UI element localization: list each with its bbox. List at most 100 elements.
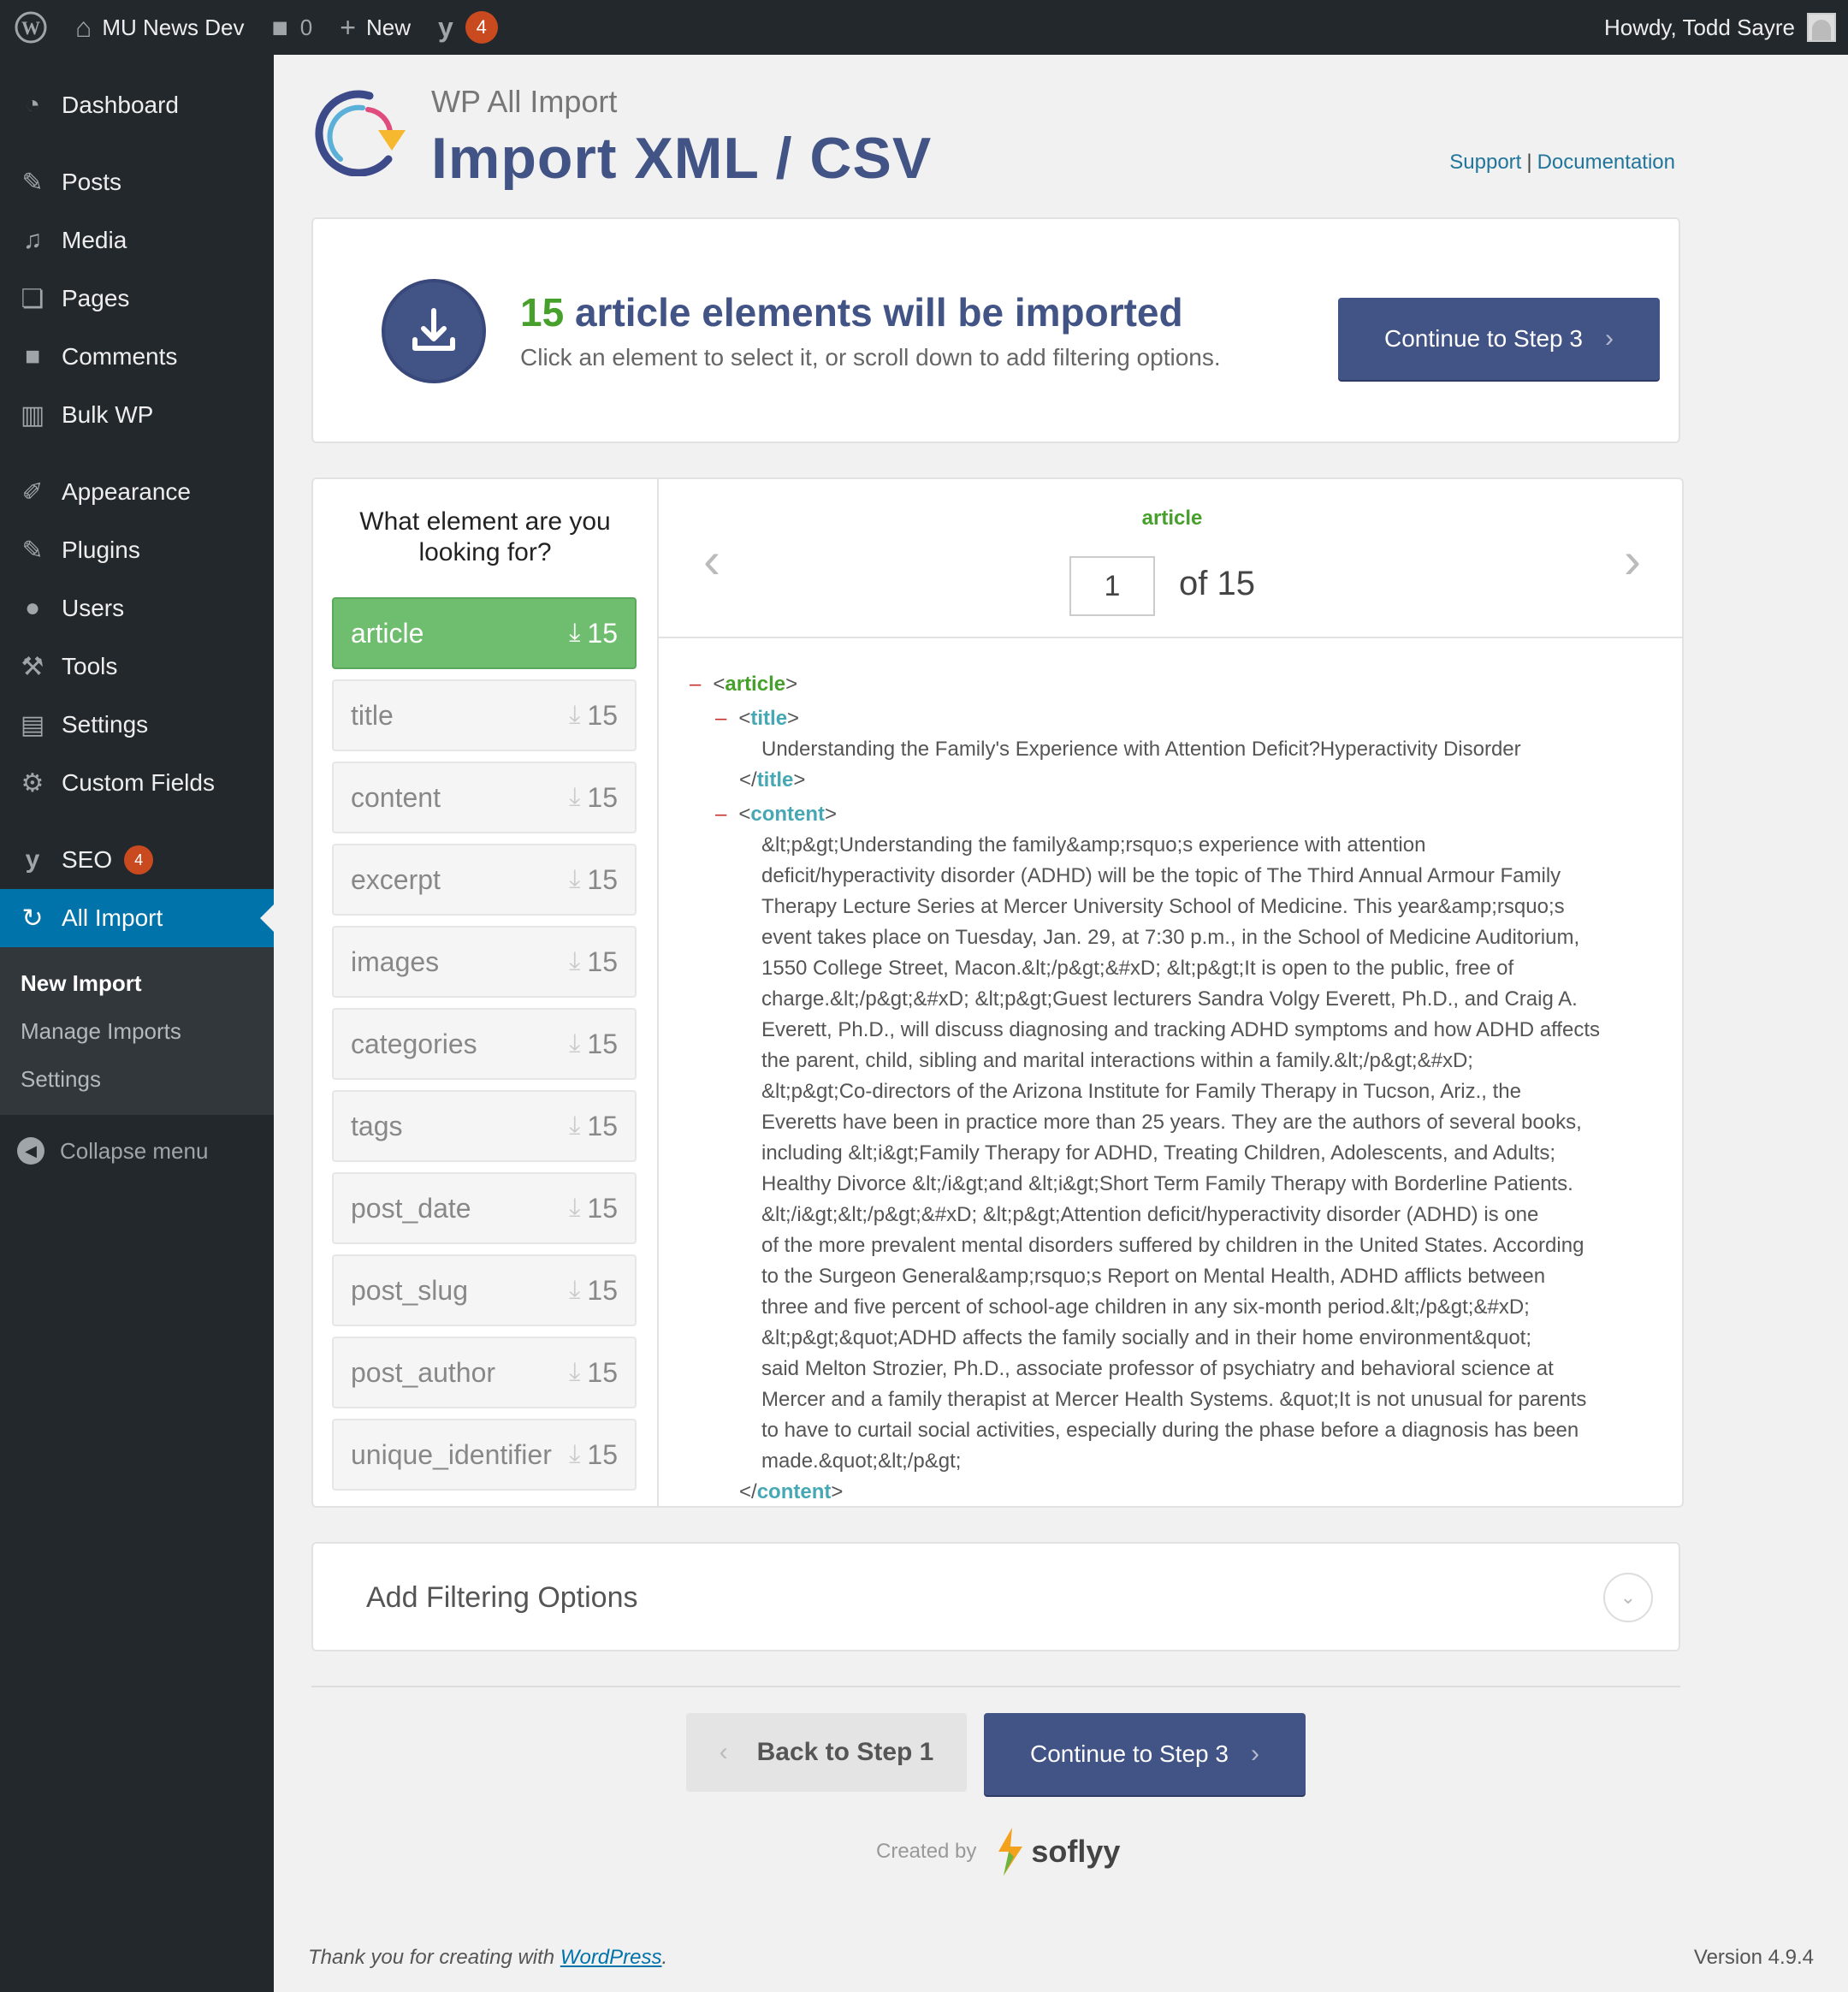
xml-title-open[interactable]: – <title> bbox=[715, 703, 1656, 734]
sidebar-item-custom-fields[interactable]: ⚙ Custom Fields bbox=[0, 754, 274, 812]
xml-content-line: Healthy Divorce &lt;/i&gt;and &lt;i&gt;S… bbox=[761, 1172, 1573, 1195]
xml-content-line: to the Surgeon General&amp;rsquo;s Repor… bbox=[761, 1265, 1546, 1288]
xml-tag-name: title bbox=[750, 707, 788, 730]
xml-content-line: including &lt;i&gt;Family Therapy for AD… bbox=[761, 1141, 1556, 1165]
xml-content-close[interactable]: </content> bbox=[739, 1477, 1656, 1506]
sidebar-item-pages[interactable]: ❏ Pages bbox=[0, 270, 274, 328]
xml-content-line: deficit/hyperactivity disorder (ADHD) wi… bbox=[761, 864, 1561, 887]
element-item-article[interactable]: article ⤓ 15 bbox=[332, 597, 637, 669]
element-item-post-author[interactable]: post_author ⤓ 15 bbox=[332, 1337, 637, 1408]
collapse-marker[interactable]: – bbox=[690, 673, 701, 696]
collapse-menu-button[interactable]: ◀ Collapse menu bbox=[0, 1122, 274, 1180]
element-name: excerpt bbox=[351, 863, 441, 895]
element-item-content[interactable]: content ⤓ 15 bbox=[332, 762, 637, 833]
filtering-options-panel[interactable]: Add Filtering Options ⌄ bbox=[311, 1542, 1680, 1651]
sidebar-item-appearance[interactable]: ✐ Appearance bbox=[0, 463, 274, 521]
summary-headline: 15 article elements will be imported bbox=[520, 289, 1183, 335]
sidebar-item-bulk-wp[interactable]: ▥ Bulk WP bbox=[0, 386, 274, 444]
element-item-excerpt[interactable]: excerpt ⤓ 15 bbox=[332, 844, 637, 916]
xml-content-line: Mercer and a family therapist at Mercer … bbox=[761, 1388, 1587, 1411]
element-list: What element are you looking for? articl… bbox=[313, 479, 659, 1506]
element-name: tags bbox=[351, 1110, 403, 1141]
sidebar-item-plugins[interactable]: ✎ Plugins bbox=[0, 521, 274, 579]
xml-content-line: &lt;p&gt;Co-directors of the Arizona Ins… bbox=[761, 1080, 1521, 1103]
wordpress-link[interactable]: WordPress bbox=[560, 1946, 662, 1969]
sidebar-item-settings[interactable]: ▤ Settings bbox=[0, 696, 274, 754]
xml-tag-name: title bbox=[756, 768, 794, 791]
element-name: content bbox=[351, 781, 441, 813]
comments-link[interactable]: ■ 0 bbox=[258, 0, 326, 55]
xml-title-text[interactable]: Understanding the Family's Experience wi… bbox=[761, 734, 1656, 765]
xml-article-open[interactable]: – <article> bbox=[690, 669, 1656, 700]
seo-menu-button[interactable]: y 4 bbox=[424, 0, 512, 55]
xml-tree: – <article> – <title> Understanding the Fa… bbox=[690, 669, 1656, 1506]
record-total: of 15 bbox=[1179, 565, 1255, 602]
xml-content-line: three and five percent of school-age chi… bbox=[761, 1295, 1530, 1319]
sidebar-item-users[interactable]: ● Users bbox=[0, 579, 274, 637]
sidebar-item-label: Tools bbox=[62, 653, 118, 679]
xml-title-close[interactable]: </title> bbox=[739, 765, 1656, 796]
page-title: Import XML / CSV bbox=[431, 126, 933, 191]
footer-thanks-text: Thank you for creating with bbox=[308, 1946, 560, 1969]
sidebar-item-media[interactable]: ♫ Media bbox=[0, 211, 274, 270]
continue-step3-bottom-button[interactable]: Continue to Step 3 › bbox=[984, 1713, 1306, 1795]
previous-record-button[interactable]: ‹ bbox=[703, 531, 720, 590]
collapse-marker[interactable]: – bbox=[715, 707, 726, 730]
sidebar-item-all-import[interactable]: ↻ All Import bbox=[0, 889, 274, 947]
new-content-button[interactable]: + New bbox=[326, 0, 424, 55]
element-name: post_author bbox=[351, 1356, 496, 1388]
back-step1-button[interactable]: ‹ Back to Step 1 bbox=[686, 1713, 967, 1792]
collapse-marker[interactable]: – bbox=[715, 803, 726, 826]
xml-content-line: said Melton Strozier, Ph.D., associate p… bbox=[761, 1357, 1554, 1380]
xml-content-text[interactable]: &lt;p&gt;Understanding the family&amp;rs… bbox=[761, 830, 1656, 1477]
sidebar-item-tools[interactable]: ⚒ Tools bbox=[0, 637, 274, 696]
created-by-text: Created by bbox=[876, 1840, 977, 1863]
element-count: 15 bbox=[587, 1192, 618, 1224]
xml-content-line: made.&quot;&lt;/p&gt; bbox=[761, 1450, 962, 1473]
element-item-categories[interactable]: categories ⤓ 15 bbox=[332, 1008, 637, 1080]
sidebar-item-posts[interactable]: ✎ Posts bbox=[0, 153, 274, 211]
soflyy-logo[interactable]: soflyy bbox=[993, 1826, 1120, 1877]
account-menu[interactable]: Howdy, Todd Sayre bbox=[1590, 0, 1848, 55]
soflyy-mark-icon bbox=[998, 1828, 1023, 1876]
gear-icon: ⚙ bbox=[21, 768, 44, 797]
site-name-link[interactable]: ⌂ MU News Dev bbox=[62, 0, 258, 55]
element-item-images[interactable]: images ⤓ 15 bbox=[332, 926, 637, 998]
sidebar-item-label: All Import bbox=[62, 904, 163, 931]
pages-icon: ❏ bbox=[21, 284, 44, 313]
next-record-button[interactable]: › bbox=[1624, 531, 1641, 590]
sidebar-item-comments[interactable]: ■ Comments bbox=[0, 328, 274, 386]
element-item-title[interactable]: title ⤓ 15 bbox=[332, 679, 637, 751]
element-item-post-slug[interactable]: post_slug ⤓ 15 bbox=[332, 1254, 637, 1326]
download-icon: ⤓ bbox=[569, 865, 581, 893]
chevron-left-icon: ‹ bbox=[719, 1738, 728, 1766]
submenu-settings[interactable]: Settings bbox=[0, 1055, 274, 1103]
chevron-down-icon[interactable]: ⌄ bbox=[1603, 1573, 1653, 1622]
record-number-input[interactable] bbox=[1069, 556, 1155, 616]
element-item-unique-identifier[interactable]: unique_identifier ⤓ 15 bbox=[332, 1419, 637, 1491]
sliders-icon: ▤ bbox=[20, 710, 45, 739]
pin-icon: ✎ bbox=[21, 168, 44, 197]
element-item-tags[interactable]: tags ⤓ 15 bbox=[332, 1090, 637, 1162]
wordpress-icon: W bbox=[15, 11, 47, 44]
xml-tag-name: article bbox=[725, 673, 786, 696]
documentation-link[interactable]: Documentation bbox=[1537, 151, 1675, 174]
element-count: 15 bbox=[587, 781, 618, 813]
element-count: 15 bbox=[587, 1356, 618, 1388]
howdy-text: Howdy, Todd Sayre bbox=[1603, 14, 1795, 40]
xml-content-line: &lt;p&gt;Understanding the family&amp;rs… bbox=[761, 833, 1426, 857]
sidebar-item-seo[interactable]: y SEO 4 bbox=[0, 831, 274, 889]
wordpress-logo-button[interactable]: W bbox=[0, 0, 62, 55]
element-count: 15 bbox=[587, 699, 618, 731]
element-count: 15 bbox=[587, 1110, 618, 1141]
continue-step3-button[interactable]: Continue to Step 3 › bbox=[1338, 298, 1660, 380]
element-item-post-date[interactable]: post_date ⤓ 15 bbox=[332, 1172, 637, 1244]
sidebar-item-dashboard[interactable]: ◔ Dashboard bbox=[0, 76, 274, 134]
xml-content-open[interactable]: – <content> bbox=[715, 799, 1656, 830]
submenu-new-import[interactable]: New Import bbox=[0, 959, 274, 1007]
yoast-icon: y bbox=[437, 11, 453, 43]
all-import-submenu: New Import Manage Imports Settings bbox=[0, 947, 274, 1115]
support-link[interactable]: Support bbox=[1449, 151, 1521, 174]
submenu-manage-imports[interactable]: Manage Imports bbox=[0, 1007, 274, 1055]
admin-sidebar: ◔ Dashboard ✎ Posts ♫ Media ❏ Pages ■ Comment… bbox=[0, 55, 274, 1992]
